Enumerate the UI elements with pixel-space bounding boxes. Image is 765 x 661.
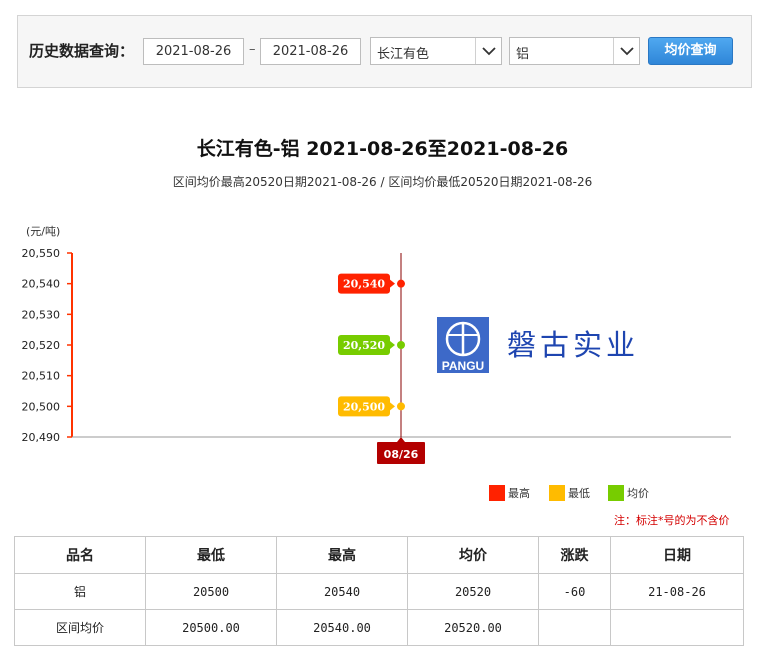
logo-text: PANGU xyxy=(442,359,484,373)
header-average: 均价 xyxy=(407,536,539,574)
table-row: 区间均价 20500.00 20540.00 20520.00 xyxy=(14,609,744,646)
legend-label: 最低 xyxy=(568,487,590,500)
cell-low: 20500 xyxy=(145,573,277,610)
y-tick-label: 20,500 xyxy=(22,400,61,413)
table-header-row: 品名 最低 最高 均价 涨跌 日期 xyxy=(14,536,744,574)
x-tick-label: 08/26 xyxy=(384,448,419,461)
pangu-logo: PANGU xyxy=(437,317,489,377)
cell-product: 铝 xyxy=(14,573,146,610)
cell-product: 区间均价 xyxy=(14,609,146,646)
cell-change: -60 xyxy=(538,573,611,610)
chart-subtitle: 区间均价最高20520日期2021-08-26 / 区间均价最低20520日期2… xyxy=(172,175,593,189)
legend-label: 均价 xyxy=(627,487,649,500)
legend-item[interactable]: 最低 xyxy=(549,485,590,501)
cell-low: 20500.00 xyxy=(145,609,277,646)
y-tick-label: 20,550 xyxy=(22,247,61,260)
price-note: 注：标注*号的为不含价 xyxy=(614,514,730,527)
chart-title: 长江有色-铝 2021-08-26至2021-08-26 xyxy=(196,138,569,160)
header-date: 日期 xyxy=(610,536,744,574)
cell-high: 20540 xyxy=(276,573,408,610)
date-separator: – xyxy=(249,42,256,57)
market-select[interactable]: 长江有色 xyxy=(370,37,502,65)
product-select[interactable]: 铝 xyxy=(509,37,640,65)
y-tick-label: 20,540 xyxy=(22,278,61,291)
data-label-pointer xyxy=(390,279,395,288)
chevron-down-icon[interactable] xyxy=(613,38,639,64)
x-tick-pointer xyxy=(397,437,405,442)
chevron-down-icon[interactable] xyxy=(475,38,501,64)
y-axis-unit-label: (元/吨) xyxy=(26,225,61,238)
data-label-pointer xyxy=(390,402,395,411)
header-product: 品名 xyxy=(14,536,146,574)
cell-date xyxy=(610,609,744,646)
end-date-input[interactable] xyxy=(260,38,361,65)
cell-average: 20520.00 xyxy=(407,609,539,646)
price-chart: 20,550 20,540 20,530 20,520 20,510 20,500 20,4… xyxy=(22,247,731,464)
header-low: 最低 xyxy=(145,536,277,574)
y-tick-label: 20,490 xyxy=(22,431,61,444)
legend-label: 最高 xyxy=(508,487,530,500)
data-point xyxy=(397,279,405,288)
legend-swatch xyxy=(489,485,505,501)
table-row: 铝 20500 20540 20520 -60 21-08-26 xyxy=(14,573,744,610)
company-watermark: 磐古实业 xyxy=(507,328,640,362)
data-label: 20,520 xyxy=(343,339,385,352)
start-date-input[interactable] xyxy=(143,38,244,65)
legend-swatch xyxy=(549,485,565,501)
history-query-bar: 历史数据查询： – 长江有色 铝 均价查询 xyxy=(17,15,752,88)
legend-item[interactable]: 最高 xyxy=(489,485,530,501)
legend-item[interactable]: 均价 xyxy=(608,485,649,501)
header-high: 最高 xyxy=(276,536,408,574)
y-tick-label: 20,520 xyxy=(22,339,61,352)
header-change: 涨跌 xyxy=(538,536,611,574)
data-label-pointer xyxy=(390,341,395,349)
cell-average: 20520 xyxy=(407,573,539,610)
market-select-value: 长江有色 xyxy=(377,47,430,62)
data-point xyxy=(397,402,405,411)
query-label: 历史数据查询： xyxy=(29,42,135,60)
cell-high: 20540.00 xyxy=(276,609,408,646)
data-label: 20,500 xyxy=(343,400,385,413)
average-price-query-button[interactable]: 均价查询 xyxy=(648,37,733,65)
price-table: 品名 最低 最高 均价 涨跌 日期 铝 20500 20540 20520 -6… xyxy=(14,536,744,646)
data-point xyxy=(397,341,405,349)
y-tick-label: 20,510 xyxy=(22,370,61,383)
legend-swatch xyxy=(608,485,624,501)
product-select-value: 铝 xyxy=(516,47,530,62)
data-label: 20,540 xyxy=(343,278,385,291)
cell-date: 21-08-26 xyxy=(610,573,744,610)
cell-change xyxy=(538,609,611,646)
y-tick-label: 20,530 xyxy=(22,308,61,321)
